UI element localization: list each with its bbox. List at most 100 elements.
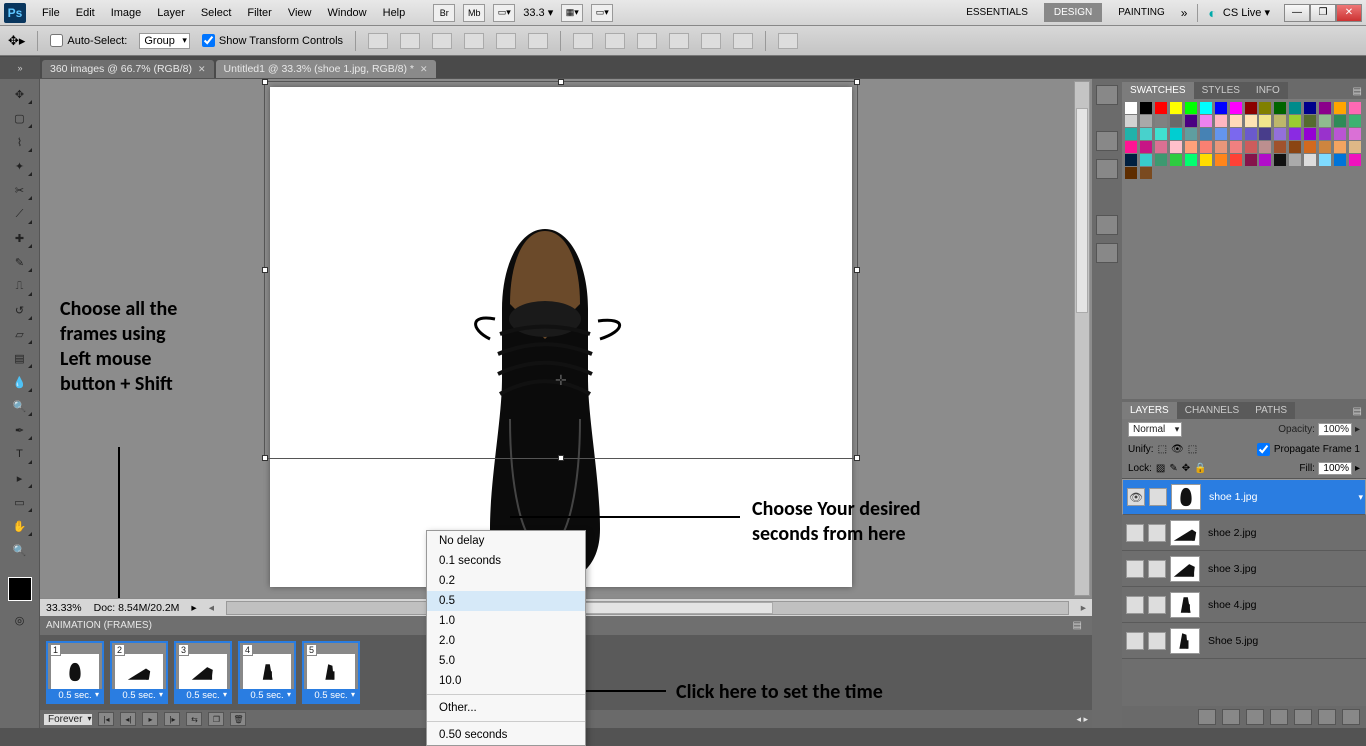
shape-tool[interactable]: ▭ xyxy=(7,491,33,513)
delay-option[interactable]: No delay xyxy=(427,531,585,551)
eraser-tool[interactable]: ▱ xyxy=(7,323,33,345)
swatch[interactable] xyxy=(1185,154,1197,166)
align-icon[interactable] xyxy=(528,33,548,49)
layer-thumbnail[interactable] xyxy=(1170,592,1200,618)
cslive-button[interactable]: CS Live ▾ xyxy=(1223,6,1270,19)
swatch[interactable] xyxy=(1289,141,1301,153)
layer-row[interactable]: shoe 2.jpg xyxy=(1122,515,1366,551)
swatch[interactable] xyxy=(1245,141,1257,153)
opacity-field[interactable]: 100% xyxy=(1318,423,1352,436)
swatch[interactable] xyxy=(1349,154,1361,166)
stamp-tool[interactable]: ⎍ xyxy=(7,275,33,297)
properties-panel-icon[interactable] xyxy=(1096,159,1118,179)
workspace-essentials[interactable]: ESSENTIALS xyxy=(956,3,1038,22)
swatch[interactable] xyxy=(1304,115,1316,127)
layer-name[interactable]: shoe 4.jpg xyxy=(1208,599,1256,611)
distribute-icon[interactable] xyxy=(573,33,593,49)
swatch[interactable] xyxy=(1349,115,1361,127)
swatch[interactable] xyxy=(1349,141,1361,153)
opacity-slider-icon[interactable]: ▸ xyxy=(1355,424,1360,435)
tab-swatches[interactable]: SWATCHES xyxy=(1122,82,1194,99)
delay-option[interactable]: 1.0 xyxy=(427,611,585,631)
swatch[interactable] xyxy=(1200,154,1212,166)
play-button[interactable]: ▸ xyxy=(142,712,158,726)
extras-icon[interactable]: ▭▾ xyxy=(591,4,613,22)
foreground-color[interactable] xyxy=(8,577,32,601)
document-tab[interactable]: Untitled1 @ 33.3% (shoe 1.jpg, RGB/8) *✕ xyxy=(216,60,436,78)
swatch[interactable] xyxy=(1259,128,1271,140)
swatch[interactable] xyxy=(1334,154,1346,166)
swatch[interactable] xyxy=(1215,141,1227,153)
menu-edit[interactable]: Edit xyxy=(68,3,103,23)
swatch[interactable] xyxy=(1140,167,1152,179)
masks-panel-icon[interactable] xyxy=(1096,243,1118,263)
swatch[interactable] xyxy=(1140,128,1152,140)
swatch[interactable] xyxy=(1140,115,1152,127)
close-icon[interactable]: ✕ xyxy=(198,64,206,75)
distribute-icon[interactable] xyxy=(669,33,689,49)
new-layer-icon[interactable] xyxy=(1318,709,1336,725)
swatch[interactable] xyxy=(1215,154,1227,166)
swatch[interactable] xyxy=(1259,141,1271,153)
swatch[interactable] xyxy=(1185,115,1197,127)
swatch[interactable] xyxy=(1170,102,1182,114)
menu-filter[interactable]: Filter xyxy=(239,3,279,23)
swatch[interactable] xyxy=(1155,102,1167,114)
layer-thumbnail[interactable] xyxy=(1170,628,1200,654)
layer-row[interactable]: 👁shoe 1.jpg xyxy=(1122,479,1366,515)
quick-mask-toggle[interactable]: ◎ xyxy=(7,609,33,631)
swatch[interactable] xyxy=(1334,102,1346,114)
swatch[interactable] xyxy=(1289,128,1301,140)
swatch[interactable] xyxy=(1349,128,1361,140)
swatch[interactable] xyxy=(1259,102,1271,114)
path-select-tool[interactable]: ▸ xyxy=(7,467,33,489)
menu-file[interactable]: File xyxy=(34,3,68,23)
zoom-percent[interactable]: 33.3 xyxy=(523,7,544,19)
animation-frame[interactable]: 10.5 sec. xyxy=(46,641,104,704)
swatch[interactable] xyxy=(1170,128,1182,140)
delay-option[interactable]: 10.0 xyxy=(427,671,585,691)
swatch[interactable] xyxy=(1230,102,1242,114)
swatch[interactable] xyxy=(1319,102,1331,114)
menu-select[interactable]: Select xyxy=(193,3,240,23)
unify-visibility-icon[interactable]: 👁 xyxy=(1171,444,1184,455)
swatch[interactable] xyxy=(1289,102,1301,114)
canvas-area[interactable]: ✛ Choose all the frames using Left mouse… xyxy=(40,79,1092,598)
fill-field[interactable]: 100% xyxy=(1318,462,1352,475)
swatch[interactable] xyxy=(1155,128,1167,140)
swatch[interactable] xyxy=(1140,154,1152,166)
swatch[interactable] xyxy=(1125,141,1137,153)
tab-channels[interactable]: CHANNELS xyxy=(1177,402,1247,419)
swatch[interactable] xyxy=(1274,154,1286,166)
crop-tool[interactable]: ✂ xyxy=(7,179,33,201)
layer-thumbnail[interactable] xyxy=(1170,520,1200,546)
swatch[interactable] xyxy=(1334,115,1346,127)
swatch[interactable] xyxy=(1185,141,1197,153)
loop-dropdown[interactable]: Forever xyxy=(44,714,92,725)
swatch[interactable] xyxy=(1200,115,1212,127)
swatch[interactable] xyxy=(1304,102,1316,114)
minibridge-panel-icon[interactable] xyxy=(1096,85,1118,105)
history-panel-icon[interactable] xyxy=(1096,131,1118,151)
gradient-tool[interactable]: ▤ xyxy=(7,347,33,369)
swatch[interactable] xyxy=(1125,115,1137,127)
frame-delay-button[interactable]: 0.5 sec. xyxy=(176,689,230,702)
swatch[interactable] xyxy=(1304,128,1316,140)
delete-frame-button[interactable]: 🗑 xyxy=(230,712,246,726)
menu-window[interactable]: Window xyxy=(320,3,375,23)
tab-layers[interactable]: LAYERS xyxy=(1122,402,1177,419)
animation-frame[interactable]: 30.5 sec. xyxy=(174,641,232,704)
layer-name[interactable]: shoe 2.jpg xyxy=(1208,527,1256,539)
swatch[interactable] xyxy=(1245,102,1257,114)
menu-help[interactable]: Help xyxy=(375,3,414,23)
marquee-tool[interactable]: ▢ xyxy=(7,107,33,129)
duplicate-frame-button[interactable]: ❐ xyxy=(208,712,224,726)
unify-position-icon[interactable]: ⬚ xyxy=(1158,444,1167,455)
panel-menu-icon[interactable]: ▤ xyxy=(1069,618,1086,633)
distribute-icon[interactable] xyxy=(637,33,657,49)
delete-layer-icon[interactable] xyxy=(1342,709,1360,725)
swatch[interactable] xyxy=(1215,128,1227,140)
swatch[interactable] xyxy=(1185,102,1197,114)
adjustments-panel-icon[interactable] xyxy=(1096,215,1118,235)
layer-thumbnail[interactable] xyxy=(1171,484,1201,510)
